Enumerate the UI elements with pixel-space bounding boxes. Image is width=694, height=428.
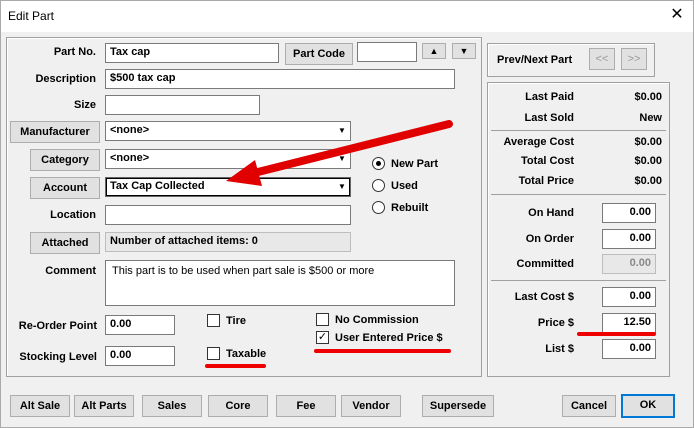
fee-button[interactable]: Fee (276, 395, 336, 417)
annotation-underline-taxable (205, 364, 266, 368)
annotation-arrow-shaft (246, 120, 453, 178)
core-button[interactable]: Core (208, 395, 268, 417)
alt-sale-button[interactable]: Alt Sale (10, 395, 70, 417)
supersede-button[interactable]: Supersede (422, 395, 494, 417)
annotation-underline-user-price (314, 349, 451, 353)
vendor-button[interactable]: Vendor (341, 395, 401, 417)
annotation-underline-price (577, 332, 656, 336)
ok-button[interactable]: OK (621, 394, 675, 418)
sales-button[interactable]: Sales (142, 395, 202, 417)
annotation-overlay (226, 120, 453, 186)
alt-parts-button[interactable]: Alt Parts (74, 395, 134, 417)
annotation-arrow-head (226, 160, 262, 186)
cancel-button[interactable]: Cancel (562, 395, 616, 417)
